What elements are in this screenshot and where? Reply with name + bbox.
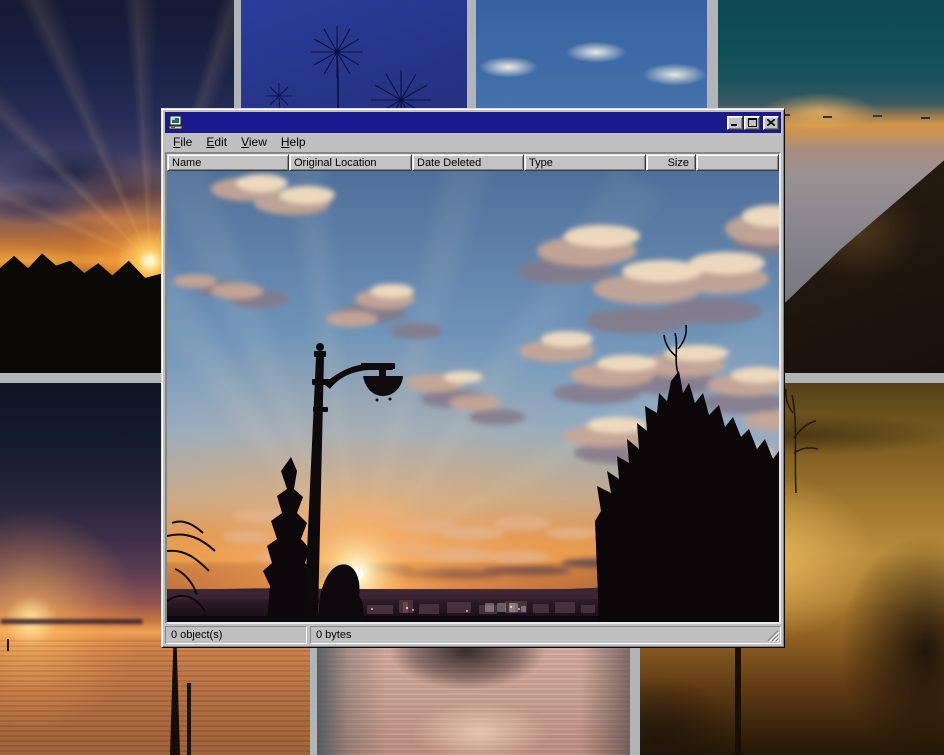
distant-pole xyxy=(7,639,9,651)
resize-grip[interactable] xyxy=(766,629,779,642)
minimize-icon xyxy=(731,119,739,126)
list-viewport-wallpaper-photo[interactable] xyxy=(167,171,779,622)
desktop-wallpaper: File Edit View Help Name Original Locati… xyxy=(0,0,944,755)
minimize-button[interactable] xyxy=(727,116,743,130)
menu-help[interactable]: Help xyxy=(274,133,313,152)
column-header-name[interactable]: Name xyxy=(167,154,289,171)
column-header-size[interactable]: Size xyxy=(646,154,696,171)
close-icon xyxy=(767,119,775,126)
title-bar[interactable] xyxy=(165,112,781,133)
status-object-count: 0 object(s) xyxy=(165,626,307,644)
water-ripples xyxy=(0,640,310,755)
menu-file[interactable]: File xyxy=(166,133,199,152)
status-bar: 0 object(s) 0 bytes xyxy=(165,626,781,644)
recycle-bin-window: File Edit View Help Name Original Locati… xyxy=(161,108,785,648)
column-header-row: Name Original Location Date Deleted Type… xyxy=(167,154,779,171)
column-header-date-deleted[interactable]: Date Deleted xyxy=(412,154,524,171)
wispy-plant-silhouette xyxy=(782,383,842,493)
status-bytes: 0 bytes xyxy=(310,626,781,644)
maximize-button[interactable] xyxy=(744,116,760,130)
column-header-type[interactable]: Type xyxy=(524,154,646,171)
menu-view[interactable]: View xyxy=(234,133,274,152)
window-system-icon[interactable] xyxy=(168,115,184,130)
close-button[interactable] xyxy=(763,116,779,130)
menu-edit[interactable]: Edit xyxy=(199,133,234,152)
column-header-filler xyxy=(696,154,779,171)
maximize-icon xyxy=(748,118,757,127)
file-list-view: Name Original Location Date Deleted Type… xyxy=(165,152,781,624)
horizon-cloud-streak xyxy=(0,619,143,624)
menu-bar: File Edit View Help xyxy=(165,133,781,152)
status-bytes-text: 0 bytes xyxy=(316,629,351,641)
water-pole-thin xyxy=(187,683,191,755)
sunset-lamp-photo xyxy=(167,171,779,622)
lamp-post-base xyxy=(735,641,741,755)
column-header-original-location[interactable]: Original Location xyxy=(289,154,412,171)
